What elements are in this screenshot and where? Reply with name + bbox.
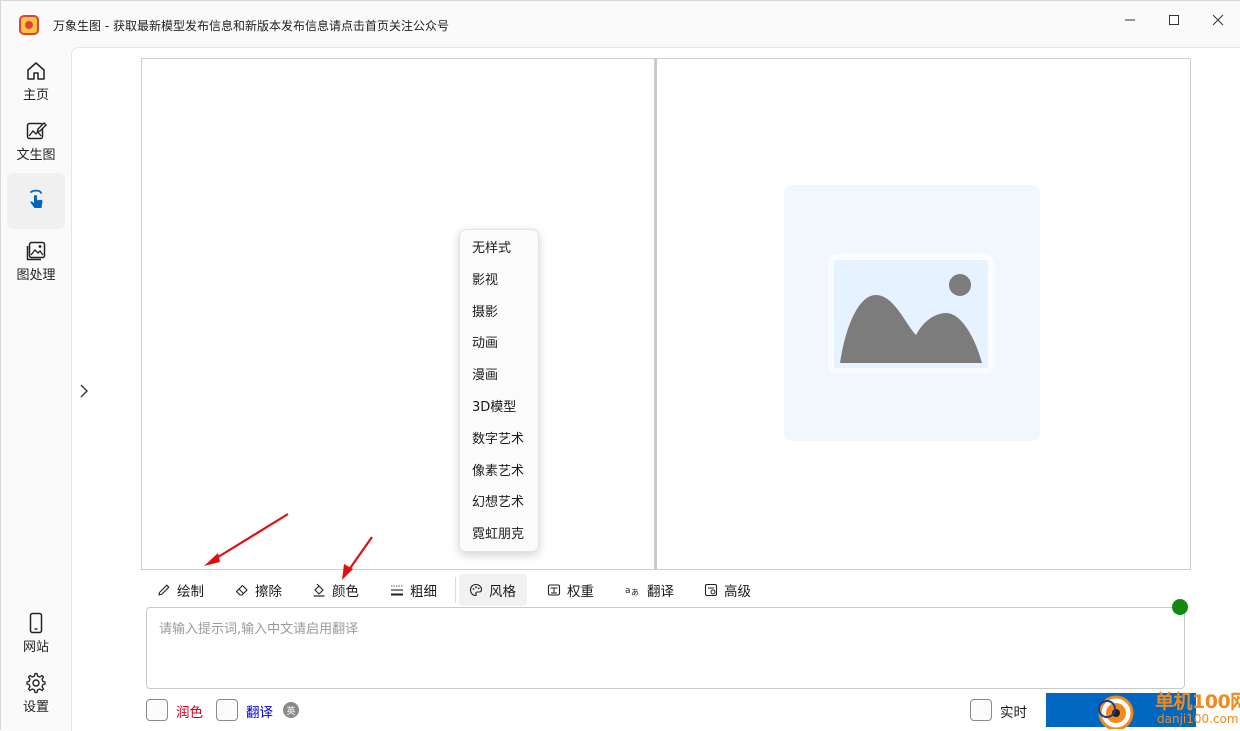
watermark-title: 单机100网 bbox=[1155, 691, 1240, 713]
app-window: 万象生图 - 获取最新模型发布信息和新版本发布信息请点击首页关注公众号 主页 文… bbox=[0, 0, 1240, 731]
home-icon bbox=[27, 61, 45, 80]
image-placeholder bbox=[784, 185, 1040, 441]
minimize-icon bbox=[1125, 19, 1135, 21]
thickness-button[interactable]: 粗细 bbox=[384, 574, 443, 606]
translate-icon: a あ bbox=[625, 586, 639, 597]
style-option[interactable]: 像素艺术 bbox=[460, 456, 538, 488]
gear-icon bbox=[26, 672, 46, 693]
style-option[interactable]: 漫画 bbox=[460, 360, 538, 392]
translate-option-label: 翻译 bbox=[246, 705, 273, 721]
sidebar-item-image-processing[interactable]: 图处理 bbox=[7, 233, 65, 289]
sidebar-item-text-to-image[interactable]: 文生图 bbox=[7, 113, 65, 169]
phone-icon bbox=[29, 612, 43, 633]
image-edit-icon bbox=[26, 121, 47, 139]
close-button[interactable] bbox=[1195, 7, 1240, 33]
translate-button[interactable]: a あ 翻译 bbox=[619, 574, 680, 606]
sidebar-item-label: 主页 bbox=[22, 87, 49, 103]
style-option[interactable]: 影视 bbox=[460, 265, 538, 297]
style-option[interactable]: 3D模型 bbox=[460, 392, 538, 424]
sidebar-item-home[interactable]: 主页 bbox=[7, 53, 65, 109]
weight-label: 权重 bbox=[567, 584, 594, 600]
sidebar-item-settings[interactable]: 设置 bbox=[7, 665, 65, 721]
style-option[interactable]: 幻想艺术 bbox=[460, 487, 538, 519]
style-option[interactable]: 动画 bbox=[460, 328, 538, 360]
advanced-button[interactable]: 高级 bbox=[698, 574, 757, 606]
close-icon bbox=[1212, 14, 1224, 26]
sidebar-item-label: 设置 bbox=[22, 699, 49, 715]
realtime-label: 实时 bbox=[1000, 705, 1027, 721]
translate-checkbox[interactable] bbox=[216, 699, 238, 721]
prompt-box bbox=[146, 607, 1185, 689]
polish-label: 润色 bbox=[176, 705, 203, 721]
translate-label: 翻译 bbox=[647, 584, 674, 600]
maximize-button[interactable] bbox=[1151, 7, 1197, 33]
svg-text:a: a bbox=[625, 586, 631, 596]
watermark-logo-icon bbox=[1098, 695, 1134, 729]
maximize-icon bbox=[1169, 15, 1179, 25]
status-indicator bbox=[1172, 599, 1188, 615]
pencil-icon bbox=[158, 584, 170, 596]
minimize-button[interactable] bbox=[1107, 7, 1153, 33]
advanced-settings-icon bbox=[704, 583, 718, 597]
prompt-input[interactable] bbox=[147, 608, 1184, 688]
style-option[interactable]: 霓虹朋克 bbox=[460, 519, 538, 551]
style-dropdown-menu: 无样式 影视 摄影 动画 漫画 3D模型 数字艺术 像素艺术 幻想艺术 霓虹朋克 bbox=[459, 229, 539, 552]
line-weight-icon bbox=[391, 585, 403, 596]
expand-panel-button[interactable] bbox=[77, 381, 91, 401]
palette-icon bbox=[469, 583, 483, 597]
app-logo-icon bbox=[19, 15, 39, 35]
weight-button[interactable]: 权重 bbox=[541, 574, 600, 606]
sidebar-item-label: 文生图 bbox=[16, 147, 56, 163]
sidebar-item-label: 网站 bbox=[22, 639, 49, 655]
svg-text:あ: あ bbox=[631, 588, 639, 597]
thickness-label: 粗细 bbox=[410, 584, 437, 600]
advanced-label: 高级 bbox=[724, 584, 751, 600]
chevron-right-icon bbox=[80, 384, 88, 398]
toolbar-divider bbox=[455, 577, 456, 603]
watermark-url: danji100.com bbox=[1157, 712, 1239, 726]
window-title: 万象生图 - 获取最新模型发布信息和新版本发布信息请点击首页关注公众号 bbox=[53, 19, 449, 33]
sketch-canvas[interactable] bbox=[141, 58, 655, 570]
sidebar-item-label: 图处理 bbox=[16, 267, 56, 283]
hand-pointer-icon bbox=[30, 189, 43, 208]
polish-checkbox[interactable] bbox=[146, 699, 168, 721]
image-stack-icon bbox=[26, 241, 46, 260]
sidebar-item-website[interactable]: 网站 bbox=[7, 605, 65, 661]
style-button[interactable]: 风格 bbox=[459, 574, 527, 606]
style-label: 风格 bbox=[489, 584, 516, 600]
watermark: 单机100网 danji100.com bbox=[1095, 687, 1240, 731]
annotation-arrows bbox=[204, 513, 373, 580]
sidebar-item-sketch-to-image[interactable] bbox=[7, 173, 65, 229]
style-option[interactable]: 摄影 bbox=[460, 297, 538, 329]
realtime-checkbox[interactable] bbox=[970, 699, 992, 721]
style-option[interactable]: 数字艺术 bbox=[460, 424, 538, 456]
title-bar: 万象生图 - 获取最新模型发布信息和新版本发布信息请点击首页关注公众号 bbox=[1, 1, 1240, 47]
scale-icon bbox=[547, 584, 561, 596]
style-option[interactable]: 无样式 bbox=[460, 233, 538, 265]
language-badge[interactable]: 英 bbox=[283, 702, 299, 718]
placeholder-image-icon bbox=[828, 254, 994, 374]
